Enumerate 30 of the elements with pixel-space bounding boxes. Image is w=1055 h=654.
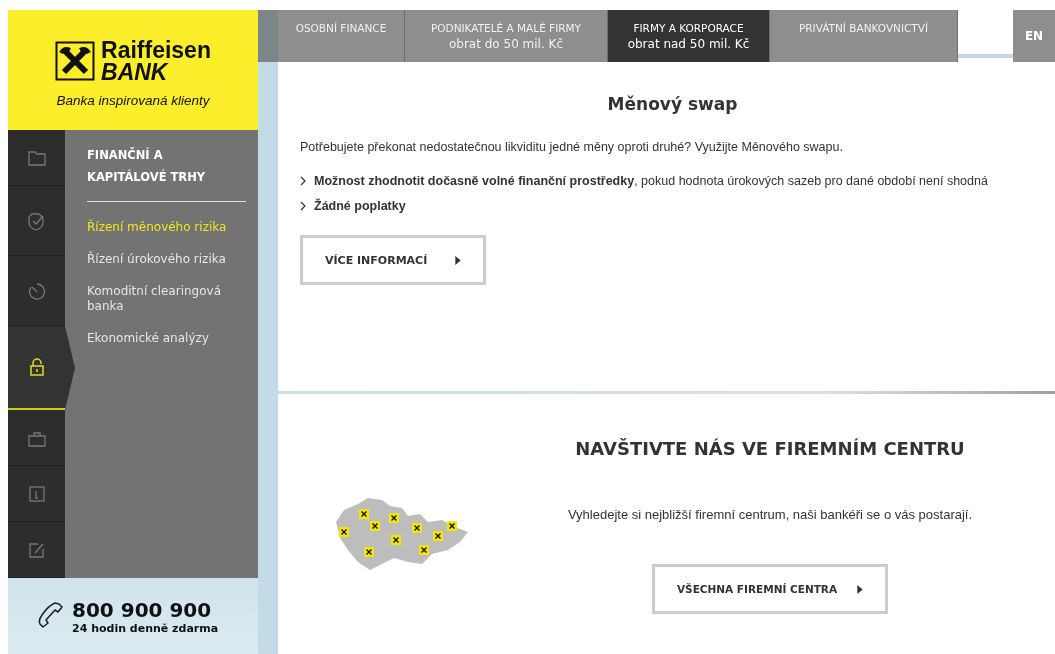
menu-item[interactable]: Řízení úrokového rizika	[87, 252, 227, 267]
all-centers-button[interactable]: VŠECHNA FIREMNÍ CENTRA	[651, 564, 889, 614]
caret-icon	[455, 255, 462, 265]
menu-item[interactable]: Komoditní clearingová banka	[87, 284, 227, 314]
intro-text: Potřebujete překonat nedostatečnou likviditu jedné měny oproti druhé? Využijte Měnového swapu.	[300, 140, 844, 154]
menu-item[interactable]: Řízení měnového rizika	[87, 220, 227, 235]
logo-name: Raiffeisen	[101, 38, 211, 61]
section-text: Vyhledejte si nejbližší firemní centrum, naši bankéři se o vás postarají.	[567, 507, 973, 522]
language-button[interactable]: EN	[1013, 10, 1055, 62]
product-title: Měnový swap	[606, 94, 739, 114]
nav-spacer	[258, 10, 278, 62]
tagline: Banka inspirovaná klienty	[56, 92, 210, 108]
menu-heading: FINANČNÍ A KAPITÁLOVÉ TRHY	[87, 146, 207, 186]
more-info-button[interactable]: VÍCE INFORMACÍ	[300, 235, 487, 285]
chevron-icon	[300, 201, 306, 211]
bullet-text: Žádné poplatky	[314, 199, 406, 213]
nav-tab[interactable]: OSOBNÍ FINANCE	[278, 10, 405, 62]
phone-number[interactable]: 800 900 900	[72, 597, 219, 622]
nav-tab[interactable]: FIRMY A KORPORACE obrat nad 50 mil. Kč	[608, 10, 770, 62]
nav-tab[interactable]: PRIVÁTNÍ BANKOVNICTVÍ	[770, 10, 958, 62]
logo-icon	[55, 40, 96, 81]
menu-item[interactable]: Ekonomické analýzy	[87, 331, 227, 346]
caret-icon	[857, 584, 864, 594]
nav-tab[interactable]: PODNIKATELÉ A MALÉ FIRMY obrat do 50 mil. Kč	[405, 10, 608, 62]
logo-panel[interactable]: Raiffeisen BANK Banka inspirovaná klienty	[8, 10, 258, 130]
section-title: NAVŠTIVTE NÁS VE FIREMNÍM CENTRU	[575, 438, 965, 459]
bullet-text: Možnost zhodnotit dočasně volné finanční prostředky, pokud hodnota úrokových sazeb pro dané období není shodná	[314, 174, 988, 188]
logo-name: BANK	[101, 60, 170, 83]
chevron-icon	[300, 176, 306, 186]
phone-note: 24 hodin denně zdarma	[72, 621, 219, 635]
